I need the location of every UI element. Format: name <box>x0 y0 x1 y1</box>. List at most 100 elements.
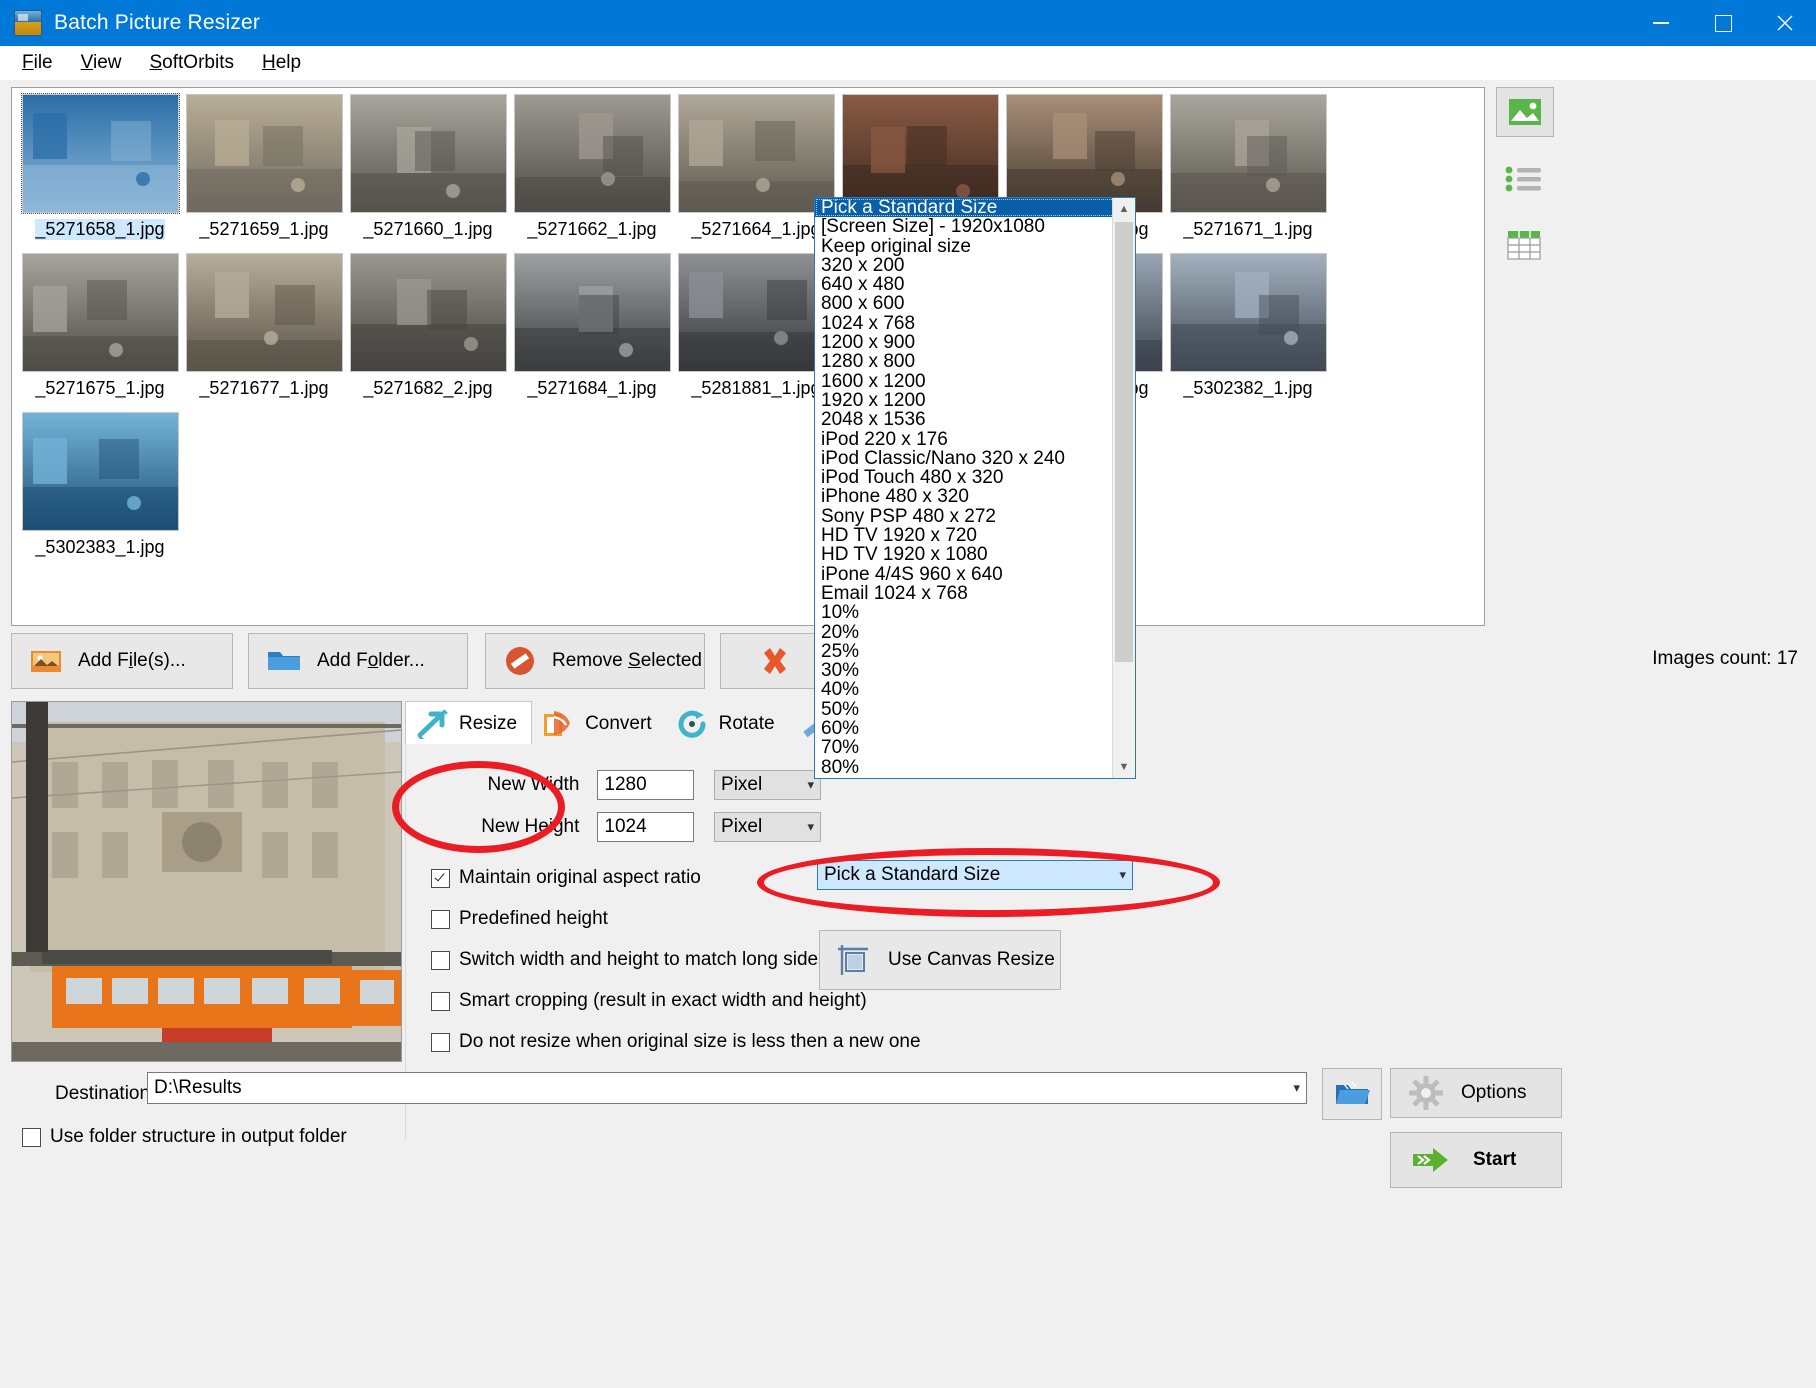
new-height-unit-value: Pixel <box>721 816 762 838</box>
checkbox-switch-width-height[interactable]: Switch width and height to match long si… <box>431 949 828 971</box>
thumbnail-view-button[interactable] <box>1496 87 1554 137</box>
thumbnail-item[interactable]: _5302382_1.jpg <box>1167 253 1329 408</box>
thumbnail-item[interactable]: _5271660_1.jpg <box>347 94 509 249</box>
dropdown-item[interactable]: [Screen Size] - 1920x1080 <box>815 217 1135 236</box>
list-view-icon <box>1504 165 1544 193</box>
dropdown-item[interactable]: 320 x 200 <box>815 256 1135 275</box>
dropdown-item[interactable]: 10% <box>815 603 1135 622</box>
dropdown-item[interactable]: Pick a Standard Size <box>815 198 1135 217</box>
destination-input[interactable]: D:\Results ▾ <box>147 1072 1307 1104</box>
new-width-unit-select[interactable]: Pixel ▾ <box>714 770 821 800</box>
checkbox-label: Do not resize when original size is less… <box>459 1031 921 1053</box>
dropdown-item[interactable]: 640 x 480 <box>815 275 1135 294</box>
standard-size-select[interactable]: Pick a Standard Size ▾ <box>817 860 1133 890</box>
menu-item-view[interactable]: View <box>69 49 134 77</box>
thumbnail-item[interactable]: _5271682_2.jpg <box>347 253 509 408</box>
dropdown-item[interactable]: iPone 4/4S 960 x 640 <box>815 565 1135 584</box>
thumbnail-item[interactable]: _5271664_1.jpg <box>675 94 837 249</box>
checkbox-label: Use folder structure in output folder <box>50 1126 347 1148</box>
dropdown-scrollbar[interactable]: ▲ ▼ <box>1112 198 1135 778</box>
standard-size-dropdown-list[interactable]: Pick a Standard Size[Screen Size] - 1920… <box>814 197 1136 779</box>
tab-rotate[interactable]: Rotate <box>666 702 789 745</box>
dropdown-item[interactable]: 60% <box>815 719 1135 738</box>
dropdown-item[interactable]: 25% <box>815 642 1135 661</box>
scrollbar-thumb[interactable] <box>1115 222 1133 662</box>
options-button[interactable]: Options <box>1390 1068 1562 1118</box>
thumbnail-item[interactable]: _5271671_1.jpg <box>1167 94 1329 249</box>
thumbnail-filename: _5302382_1.jpg <box>1183 378 1312 399</box>
thumbnail-list-panel[interactable]: _5271658_1.jpg_5271659_1.jpg_5271660_1.j… <box>11 87 1485 626</box>
thumbnail-item[interactable]: _5271658_1.jpg <box>19 94 181 249</box>
thumbnail-filename: _5271675_1.jpg <box>35 378 164 399</box>
scroll-up-button[interactable]: ▲ <box>1113 198 1135 220</box>
menu-item-help[interactable]: Help <box>250 49 313 77</box>
dropdown-item[interactable]: Keep original size <box>815 237 1135 256</box>
dropdown-item[interactable]: 50% <box>815 700 1135 719</box>
dropdown-item[interactable]: HD TV 1920 x 720 <box>815 526 1135 545</box>
tab-resize[interactable]: Resize <box>405 701 532 745</box>
thumbnail-item[interactable]: _5271659_1.jpg <box>183 94 345 249</box>
add-files-button[interactable]: Add File(s)... <box>11 633 233 689</box>
thumbnail-item[interactable]: _5271675_1.jpg <box>19 253 181 408</box>
checkbox-box <box>431 951 450 970</box>
maximize-button[interactable] <box>1692 0 1754 46</box>
dropdown-item[interactable]: 1280 x 800 <box>815 352 1135 371</box>
close-button[interactable] <box>1754 0 1816 46</box>
new-height-unit-select[interactable]: Pixel ▾ <box>714 812 821 842</box>
thumbnail-filename: _5271662_1.jpg <box>527 219 656 240</box>
menu-item-softorbits[interactable]: SoftOrbits <box>137 49 246 77</box>
chevron-down-icon[interactable]: ▾ <box>1293 1080 1300 1096</box>
dropdown-item[interactable]: Sony PSP 480 x 272 <box>815 507 1135 526</box>
dropdown-item[interactable]: 20% <box>815 623 1135 642</box>
thumbnail-item[interactable]: _5302383_1.jpg <box>19 412 181 567</box>
thumbnail-image <box>514 94 671 213</box>
chevron-down-icon: ▾ <box>807 819 814 835</box>
dropdown-item[interactable]: 1920 x 1200 <box>815 391 1135 410</box>
tab-convert[interactable]: Convert <box>532 702 666 745</box>
minimize-button[interactable] <box>1630 0 1692 46</box>
remove-selected-button[interactable]: Remove Selected <box>485 633 705 689</box>
dropdown-item[interactable]: iPod Touch 480 x 320 <box>815 468 1135 487</box>
new-height-input[interactable]: 1024 <box>597 812 694 842</box>
menu-item-file[interactable]: File <box>10 49 65 77</box>
checkbox-smart-cropping[interactable]: Smart cropping (result in exact width an… <box>431 990 867 1012</box>
checkbox-predefined-height[interactable]: Predefined height <box>431 908 608 930</box>
dropdown-item[interactable]: 70% <box>815 738 1135 757</box>
start-button[interactable]: Start <box>1390 1132 1562 1188</box>
dropdown-item[interactable]: 1200 x 900 <box>815 333 1135 352</box>
details-view-button[interactable] <box>1496 221 1552 269</box>
thumbnail-filename: _5271684_1.jpg <box>527 378 656 399</box>
dropdown-item[interactable]: 80% <box>815 758 1135 777</box>
dropdown-item[interactable]: 1024 x 768 <box>815 314 1135 333</box>
dropdown-item[interactable]: HD TV 1920 x 1080 <box>815 545 1135 564</box>
main-area: _5271658_1.jpg_5271659_1.jpg_5271660_1.j… <box>0 80 1816 1388</box>
standard-size-value: Pick a Standard Size <box>824 864 1000 886</box>
thumbnail-item[interactable]: _5271684_1.jpg <box>511 253 673 408</box>
list-view-button[interactable] <box>1496 155 1552 203</box>
dropdown-item[interactable]: 40% <box>815 680 1135 699</box>
convert-image-icon <box>542 709 576 739</box>
use-canvas-resize-button[interactable]: Use Canvas Resize <box>819 930 1061 990</box>
browse-folder-button[interactable] <box>1322 1068 1382 1120</box>
dropdown-item[interactable]: 800 x 600 <box>815 294 1135 313</box>
thumbnail-item[interactable]: _5271662_1.jpg <box>511 94 673 249</box>
dropdown-item[interactable]: iPod Classic/Nano 320 x 240 <box>815 449 1135 468</box>
thumbnail-image <box>1170 253 1327 372</box>
thumbnail-item[interactable]: _5281881_1.jpg <box>675 253 837 408</box>
thumbnail-filename: _5302383_1.jpg <box>35 537 164 558</box>
dropdown-item[interactable]: Email 1024 x 768 <box>815 584 1135 603</box>
dropdown-item[interactable]: iPhone 480 x 320 <box>815 487 1135 506</box>
scroll-down-button[interactable]: ▼ <box>1113 756 1135 778</box>
checkbox-do-not-resize-smaller[interactable]: Do not resize when original size is less… <box>431 1031 921 1053</box>
dropdown-item[interactable]: 30% <box>815 661 1135 680</box>
dropdown-item[interactable]: 1600 x 1200 <box>815 372 1135 391</box>
checkbox-maintain-aspect-ratio[interactable]: Maintain original aspect ratio <box>431 867 701 889</box>
thumbnail-image <box>186 94 343 213</box>
dropdown-item[interactable]: 2048 x 1536 <box>815 410 1135 429</box>
checkbox-box <box>431 1033 450 1052</box>
dropdown-item[interactable]: iPod 220 x 176 <box>815 430 1135 449</box>
new-width-input[interactable]: 1280 <box>597 770 694 800</box>
thumbnail-item[interactable]: _5271677_1.jpg <box>183 253 345 408</box>
add-folder-button[interactable]: Add Folder... <box>248 633 468 689</box>
checkbox-use-folder-structure[interactable]: Use folder structure in output folder <box>22 1126 347 1148</box>
